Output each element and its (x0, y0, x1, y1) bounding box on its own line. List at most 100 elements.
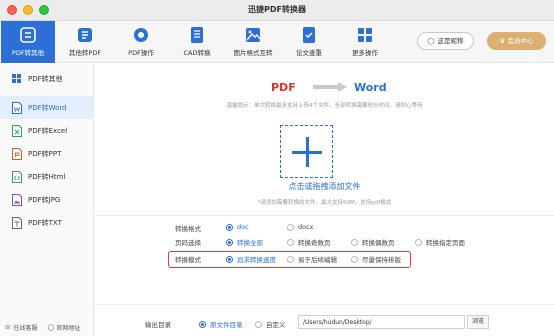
sidebar-header-label: PDF转其他 (28, 74, 63, 83)
format-option-label: 转换格式 (175, 225, 201, 233)
mode-option-label: 转换模式 (175, 256, 201, 264)
user-icon: ◯ (427, 37, 435, 45)
pages-odd-radio[interactable]: 转换奇数页 (287, 237, 331, 247)
sidebar-item-pdf-to-html[interactable]: PDF转Html (0, 165, 94, 188)
mode-option-row: 转换模式 追求转换速度 易于后续编辑 尽量保持排版 (95, 254, 554, 266)
ppt-file-icon (12, 147, 22, 160)
plus-icon-vertical (306, 137, 309, 167)
crown-icon: ♛ (499, 37, 506, 45)
file-drop-zone[interactable] (280, 125, 333, 178)
radio-unchecked-icon (255, 320, 262, 328)
tool-paper-check[interactable]: 论文查重 (282, 21, 336, 63)
tool-label: PDF操作 (128, 49, 154, 57)
output-custom-radio[interactable]: 自定义 (255, 319, 286, 329)
radio-unchecked-icon (415, 238, 422, 246)
tool-pdf-to-other[interactable]: PDF转其他 (1, 21, 55, 63)
radio-label: 尽量保持排版 (362, 256, 401, 264)
radio-label: docx (298, 223, 314, 231)
radio-unchecked-icon (287, 255, 294, 263)
add-file-label[interactable]: 点击或拖拽添加文件 (95, 181, 554, 192)
tip-text: 温馨提示：单次转换最多支持上传4个文件，全部转换需要较长时间，请耐心等待 (226, 103, 423, 109)
sidebar-item-label: PDF转PPT (28, 149, 62, 158)
pages-option-row: 页码选择 转换全部 转换奇数页 转换偶数页 转换指定页面 (95, 237, 554, 249)
pages-even-radio[interactable]: 转换偶数页 (351, 237, 395, 247)
excel-file-icon (12, 124, 22, 137)
globe-icon: ◯ (47, 324, 55, 331)
tool-label: 其他转PDF (68, 49, 102, 57)
online-service-link[interactable]: ☏ 在线客服 (4, 323, 38, 332)
user-profile-button[interactable]: ◯ 这是昵称 (417, 32, 474, 50)
sidebar-item-pdf-to-txt[interactable]: PDF转TXT (0, 211, 94, 234)
other-to-pdf-icon (78, 28, 92, 42)
sidebar-footer: ☏ 在线客服 ◯ 官网地址 (4, 323, 80, 332)
headset-icon: ☏ (4, 324, 12, 331)
sidebar-item-pdf-to-jpg[interactable]: PDF转JPG (0, 188, 94, 211)
tool-pdf-operation[interactable]: PDF操作 (114, 21, 168, 63)
file-limit-hint: *请添加需要转换的文件，最大支持50M，支持pdf格式 (257, 200, 392, 206)
radio-label: 原文件目录 (210, 321, 243, 329)
grid-icon (358, 28, 372, 42)
from-format-label: PDF (271, 81, 296, 94)
output-source-dir-radio[interactable]: 原文件目录 (199, 319, 243, 329)
radio-unchecked-icon (351, 238, 358, 246)
tool-other-to-pdf[interactable]: 其他转PDF (58, 21, 112, 63)
pages-all-radio[interactable]: 转换全部 (226, 237, 263, 247)
mode-speed-radio[interactable]: 追求转换速度 (226, 254, 276, 264)
tool-label: PDF转其他 (11, 49, 45, 57)
to-format-label: Word (354, 81, 387, 94)
mode-layout-radio[interactable]: 尽量保持排版 (351, 254, 401, 264)
sidebar-item-label: PDF转Excel (28, 126, 68, 135)
gear-icon (134, 28, 148, 42)
radio-checked-icon (199, 320, 206, 328)
cad-icon (191, 27, 203, 43)
tool-label: 更多操作 (352, 49, 378, 57)
radio-checked-icon (226, 223, 233, 231)
browse-button[interactable]: 浏览 (467, 315, 489, 329)
window-title: 迅捷PDF转换器 (248, 5, 306, 14)
tool-cad-convert[interactable]: CAD转换 (170, 21, 224, 63)
arrow-right-icon (313, 82, 347, 92)
title-bar: 迅捷PDF转换器 (0, 0, 554, 21)
sidebar: PDF转其他 PDF转Word PDF转Excel PDF转PPT PDF转Ht… (0, 64, 94, 336)
radio-label: doc (237, 223, 249, 231)
options-divider (95, 215, 554, 216)
radio-label: 转换偶数页 (362, 239, 395, 247)
output-label: 输出目录 (145, 321, 171, 329)
output-divider (95, 304, 554, 305)
radio-checked-icon (226, 238, 233, 246)
pages-custom-radio[interactable]: 转换指定页面 (415, 237, 465, 247)
tool-label: 图片格式互转 (233, 49, 273, 57)
website-link[interactable]: ◯ 官网地址 (48, 323, 81, 332)
sidebar-item-pdf-to-ppt[interactable]: PDF转PPT (0, 142, 94, 165)
app-window: 迅捷PDF转换器 PDF转其他 其他转PDF PDF操作 CAD转换 图片格式互… (0, 0, 554, 336)
online-service-label: 在线客服 (13, 325, 38, 332)
image-icon (246, 28, 261, 42)
tool-label: CAD转换 (183, 49, 211, 57)
vip-label: 会员中心 (507, 37, 534, 45)
sidebar-item-pdf-to-excel[interactable]: PDF转Excel (0, 119, 94, 142)
radio-label: 追求转换速度 (237, 256, 276, 264)
tool-image-convert[interactable]: 图片格式互转 (226, 21, 280, 63)
format-docx-radio[interactable]: docx (287, 223, 314, 231)
website-label: 官网地址 (56, 325, 81, 332)
output-path-input[interactable] (298, 315, 465, 329)
pages-option-label: 页码选择 (175, 239, 201, 247)
html-file-icon (12, 170, 22, 183)
jpg-file-icon (12, 193, 22, 206)
sidebar-item-label: PDF转Html (28, 172, 66, 181)
vip-center-button[interactable]: ♛ 会员中心 (487, 32, 546, 50)
sidebar-item-label: PDF转Word (28, 103, 67, 112)
output-row: 输出目录 原文件目录 自定义 浏览 (95, 315, 554, 331)
tool-more-operations[interactable]: 更多操作 (338, 21, 392, 63)
grid-small-icon (12, 73, 21, 83)
user-nickname: 这是昵称 (437, 37, 464, 45)
mode-editable-radio[interactable]: 易于后续编辑 (287, 254, 337, 264)
radio-label: 易于后续编辑 (298, 256, 337, 264)
txt-file-icon (12, 216, 22, 229)
radio-unchecked-icon (287, 238, 294, 246)
sidebar-item-pdf-to-word[interactable]: PDF转Word (0, 96, 94, 119)
format-doc-radio[interactable]: doc (226, 223, 249, 231)
sidebar-item-label: PDF转TXT (28, 218, 62, 227)
radio-label: 转换全部 (237, 239, 263, 247)
radio-unchecked-icon (351, 255, 358, 263)
